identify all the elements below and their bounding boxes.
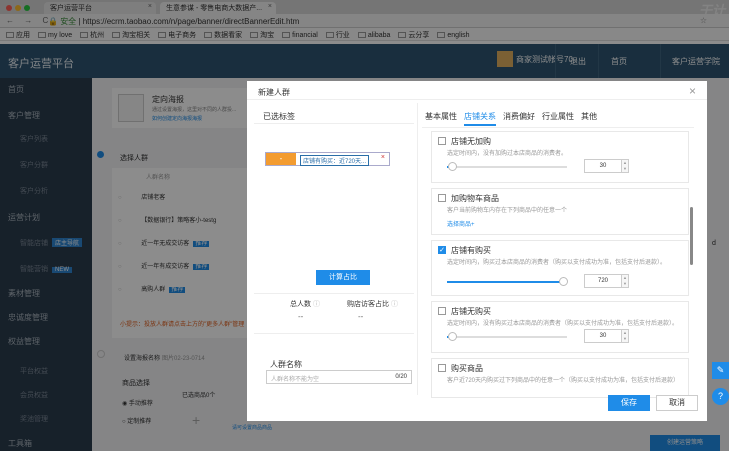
info-icon: ⓘ xyxy=(390,301,398,308)
tag-name: 购买商品 xyxy=(451,364,483,373)
visitor-ratio-label: 购店访客占比 ⓘ xyxy=(347,299,398,309)
chip-label: 店铺有购买：近720天... xyxy=(300,155,370,166)
chip-orange-marker: - xyxy=(266,153,296,165)
save-button[interactable]: 保存 xyxy=(608,395,650,411)
tag-name: 加购物车商品 xyxy=(451,194,499,203)
ratio-label-text: 购店访客占比 xyxy=(347,301,389,308)
stepper-icon[interactable]: ▲ ▼ xyxy=(621,159,629,173)
tag-description: 客户近720天内购买过下列商品中的任意一个（购买以支付成功为准，包括支付后退款） xyxy=(447,378,680,384)
total-count-label: 总人数 ⓘ xyxy=(290,299,320,309)
tag-checkbox[interactable] xyxy=(438,364,446,372)
days-slider[interactable] xyxy=(447,162,567,171)
tag-category-tabs: 基本属性 店铺关系 消费偏好 行业属性 其他 xyxy=(425,111,604,126)
tag-card: 店铺无购买选定时间内，没有购买过本店商品的消费者（购买以支付成功为准，包括支付后… xyxy=(431,301,689,353)
tag-tab[interactable]: 基本属性 xyxy=(425,112,457,121)
tag-tab[interactable]: 行业属性 xyxy=(542,112,574,121)
visitor-ratio-value: -- xyxy=(358,312,364,321)
edit-float-icon[interactable]: ✎ xyxy=(712,362,729,379)
crowd-name-counter: 0/20 xyxy=(395,374,407,380)
tag-description: 选定时间内，购买过本店商品的消费者（购买以支付成功为准，包括支付后退款）。 xyxy=(447,260,667,266)
divider xyxy=(422,127,694,128)
tag-tab[interactable]: 店铺关系 xyxy=(464,112,496,126)
tag-checkbox[interactable] xyxy=(438,307,446,315)
tag-library-panel: 基本属性 店铺关系 消费偏好 行业属性 其他 店铺无加购选定时间内，没有加购过本店商品的… xyxy=(422,103,694,398)
divider xyxy=(254,333,414,334)
divider xyxy=(254,293,414,294)
tag-checkbox[interactable]: ✓ xyxy=(438,246,446,254)
total-label-text: 总人数 xyxy=(290,301,311,308)
selected-tags-panel: 已选标签 - 店铺有购买：近720天... × 计算占比 总人数 ⓘ 购店访客占… xyxy=(254,103,414,395)
stepper-icon[interactable]: ▲ ▼ xyxy=(621,329,629,343)
tag-tab[interactable]: 消费偏好 xyxy=(503,112,535,121)
slider-handle[interactable] xyxy=(559,277,569,286)
close-icon[interactable]: × xyxy=(689,84,696,98)
scrollbar[interactable] xyxy=(690,207,693,265)
tag-card: ✓ 店铺有购买选定时间内，购买过本店商品的消费者（购买以支付成功为准，包括支付后退… xyxy=(431,240,689,296)
select-product-link[interactable]: 选择商品+ xyxy=(447,219,475,228)
info-icon: ⓘ xyxy=(312,301,320,308)
new-crowd-modal: 新建人群 × 已选标签 - 店铺有购买：近720天... × 计算占比 总人数 … xyxy=(247,81,707,421)
slider-fill xyxy=(447,281,564,283)
tag-description: 客户当前购物车内存在下列商品中的任意一个 xyxy=(447,208,568,214)
tag-checkbox[interactable] xyxy=(438,137,446,145)
divider xyxy=(247,99,707,100)
divider xyxy=(417,103,418,395)
help-float-icon[interactable]: ? xyxy=(712,388,729,405)
calculate-ratio-button[interactable]: 计算占比 xyxy=(316,270,370,285)
tag-description: 选定时间内，没有加购过本店商品的消费者。 xyxy=(447,151,568,157)
days-input[interactable]: 30 xyxy=(584,329,622,343)
modal-title: 新建人群 xyxy=(258,88,290,97)
total-count-value: -- xyxy=(298,312,304,321)
tag-card: 店铺无加购选定时间内，没有加购过本店商品的消费者。 30 ▲ ▼ xyxy=(431,131,689,183)
slider-handle[interactable] xyxy=(447,162,457,171)
slider-handle[interactable] xyxy=(447,332,457,341)
tag-name: 店铺有购买 xyxy=(451,246,491,255)
tag-checkbox[interactable] xyxy=(438,194,446,202)
days-slider[interactable] xyxy=(447,332,567,341)
selected-tags-title: 已选标签 xyxy=(263,112,295,121)
tag-description: 选定时间内，没有购买过本店商品的消费者（购买以支付成功为准，包括支付后退款）。 xyxy=(447,321,679,327)
chip-remove-icon[interactable]: × xyxy=(381,154,385,161)
crowd-name-input[interactable]: 人群名称不能为空 0/20 xyxy=(266,370,412,384)
crowd-name-placeholder: 人群名称不能为空 xyxy=(271,377,320,383)
cancel-button[interactable]: 取消 xyxy=(656,395,698,411)
tag-card: 加购物车商品客户当前购物车内存在下列商品中的任意一个 选择商品+ xyxy=(431,188,689,235)
tag-name: 店铺无购买 xyxy=(451,307,491,316)
stepper-icon[interactable]: ▲ ▼ xyxy=(621,274,629,288)
crowd-name-label: 人群名称 xyxy=(270,360,302,369)
tag-tab[interactable]: 其他 xyxy=(581,112,597,121)
tag-name: 店铺无加购 xyxy=(451,137,491,146)
days-input[interactable]: 720 xyxy=(584,274,622,288)
selected-tag-chip[interactable]: - 店铺有购买：近720天... × xyxy=(265,152,390,166)
days-slider[interactable] xyxy=(447,277,569,286)
divider xyxy=(254,123,414,124)
days-input[interactable]: 30 xyxy=(584,159,622,173)
tag-card: 购买商品客户近720天内购买过下列商品中的任意一个（购买以支付成功为准，包括支付… xyxy=(431,358,689,398)
